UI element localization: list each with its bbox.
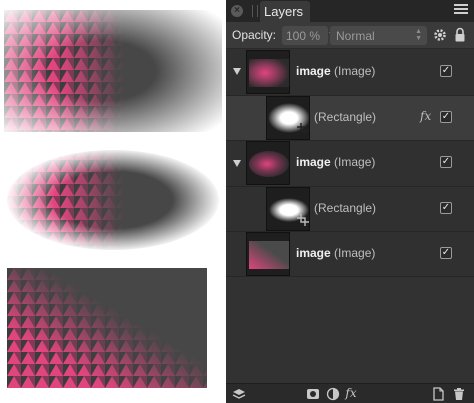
visibility-checkbox[interactable]: ✓ xyxy=(440,111,452,123)
divider xyxy=(226,276,474,277)
layer-row-image-1[interactable]: image (Image) ✓ xyxy=(226,49,474,95)
tab-layers[interactable]: Layers xyxy=(260,1,310,22)
artwork-ellipse-fade-svg xyxy=(5,148,221,252)
layer-row-rectangle-2[interactable]: (Rectangle) ✓ xyxy=(226,187,474,231)
close-icon[interactable]: × xyxy=(231,5,243,17)
blend-mode-select[interactable]: Normal ▲ ▼ xyxy=(330,26,427,45)
lock-icon[interactable] xyxy=(454,27,466,43)
canvas-area[interactable] xyxy=(0,0,226,403)
trash-icon[interactable] xyxy=(452,387,466,401)
blend-mode-value: Normal xyxy=(336,29,375,43)
drag-grip-icon[interactable] xyxy=(252,5,258,17)
layer-thumbnail xyxy=(266,96,310,140)
layer-thumbnail xyxy=(246,232,290,276)
visibility-checkbox[interactable]: ✓ xyxy=(440,247,452,259)
layer-type-text: (Image) xyxy=(334,246,376,260)
layer-type-text: (Image) xyxy=(334,155,376,169)
disclosure-triangle-icon[interactable] xyxy=(233,160,241,167)
fx-icon[interactable]: fx xyxy=(420,109,431,123)
layer-row-rectangle-1[interactable]: (Rectangle) fx ✓ xyxy=(226,96,474,140)
layer-name: (Rectangle) xyxy=(314,201,376,215)
layers-stack-icon[interactable] xyxy=(232,387,246,401)
layer-thumbnail xyxy=(246,141,290,185)
layers-panel: × Layers Opacity: 100 % Normal ▲ ▼ image… xyxy=(226,0,474,403)
layer-name: (Rectangle) xyxy=(314,110,376,124)
layer-name: image (Image) xyxy=(296,155,375,169)
adjustment-icon[interactable] xyxy=(326,387,340,401)
opacity-label: Opacity: xyxy=(232,28,277,42)
layer-name: image (Image) xyxy=(296,246,375,260)
mask-icon[interactable] xyxy=(306,387,320,401)
fx-icon[interactable]: fx xyxy=(344,386,358,400)
new-layer-icon[interactable] xyxy=(431,387,445,401)
panel-tabbar: × Layers xyxy=(226,0,474,22)
artwork-rect-fade-svg xyxy=(4,10,222,132)
gear-icon[interactable] xyxy=(433,28,447,42)
layer-name-text: (Rectangle) xyxy=(314,201,377,215)
opacity-toolbar: Opacity: 100 % Normal ▲ ▼ xyxy=(226,22,474,49)
app-root: × Layers Opacity: 100 % Normal ▲ ▼ image… xyxy=(0,0,474,403)
layer-thumbnail xyxy=(246,50,290,94)
layer-row-image-3[interactable]: image (Image) ✓ xyxy=(226,232,474,276)
artwork-ellipse-fade[interactable] xyxy=(4,148,222,252)
layer-name-text: image xyxy=(296,64,331,78)
layer-name-text: image xyxy=(296,155,331,169)
layer-name-text: image xyxy=(296,246,331,260)
visibility-checkbox[interactable]: ✓ xyxy=(440,202,452,214)
panel-bottom-toolbar: fx xyxy=(226,383,474,403)
artwork-rect-plain-svg xyxy=(7,268,207,388)
panel-menu-icon[interactable] xyxy=(454,4,468,18)
opacity-input[interactable]: 100 % xyxy=(282,26,328,45)
layer-name-text: (Rectangle) xyxy=(314,110,377,124)
layer-thumbnail xyxy=(266,187,310,231)
disclosure-triangle-icon[interactable] xyxy=(233,68,241,75)
visibility-checkbox[interactable]: ✓ xyxy=(440,156,452,168)
layer-row-image-2[interactable]: image (Image) ✓ xyxy=(226,141,474,186)
select-arrows-icon: ▲ ▼ xyxy=(415,28,422,42)
artwork-rect-fade[interactable] xyxy=(4,10,222,132)
layer-type-text: (Image) xyxy=(334,64,376,78)
artwork-rect-plain[interactable] xyxy=(7,268,207,388)
layer-name: image (Image) xyxy=(296,64,375,78)
visibility-checkbox[interactable]: ✓ xyxy=(440,65,452,77)
